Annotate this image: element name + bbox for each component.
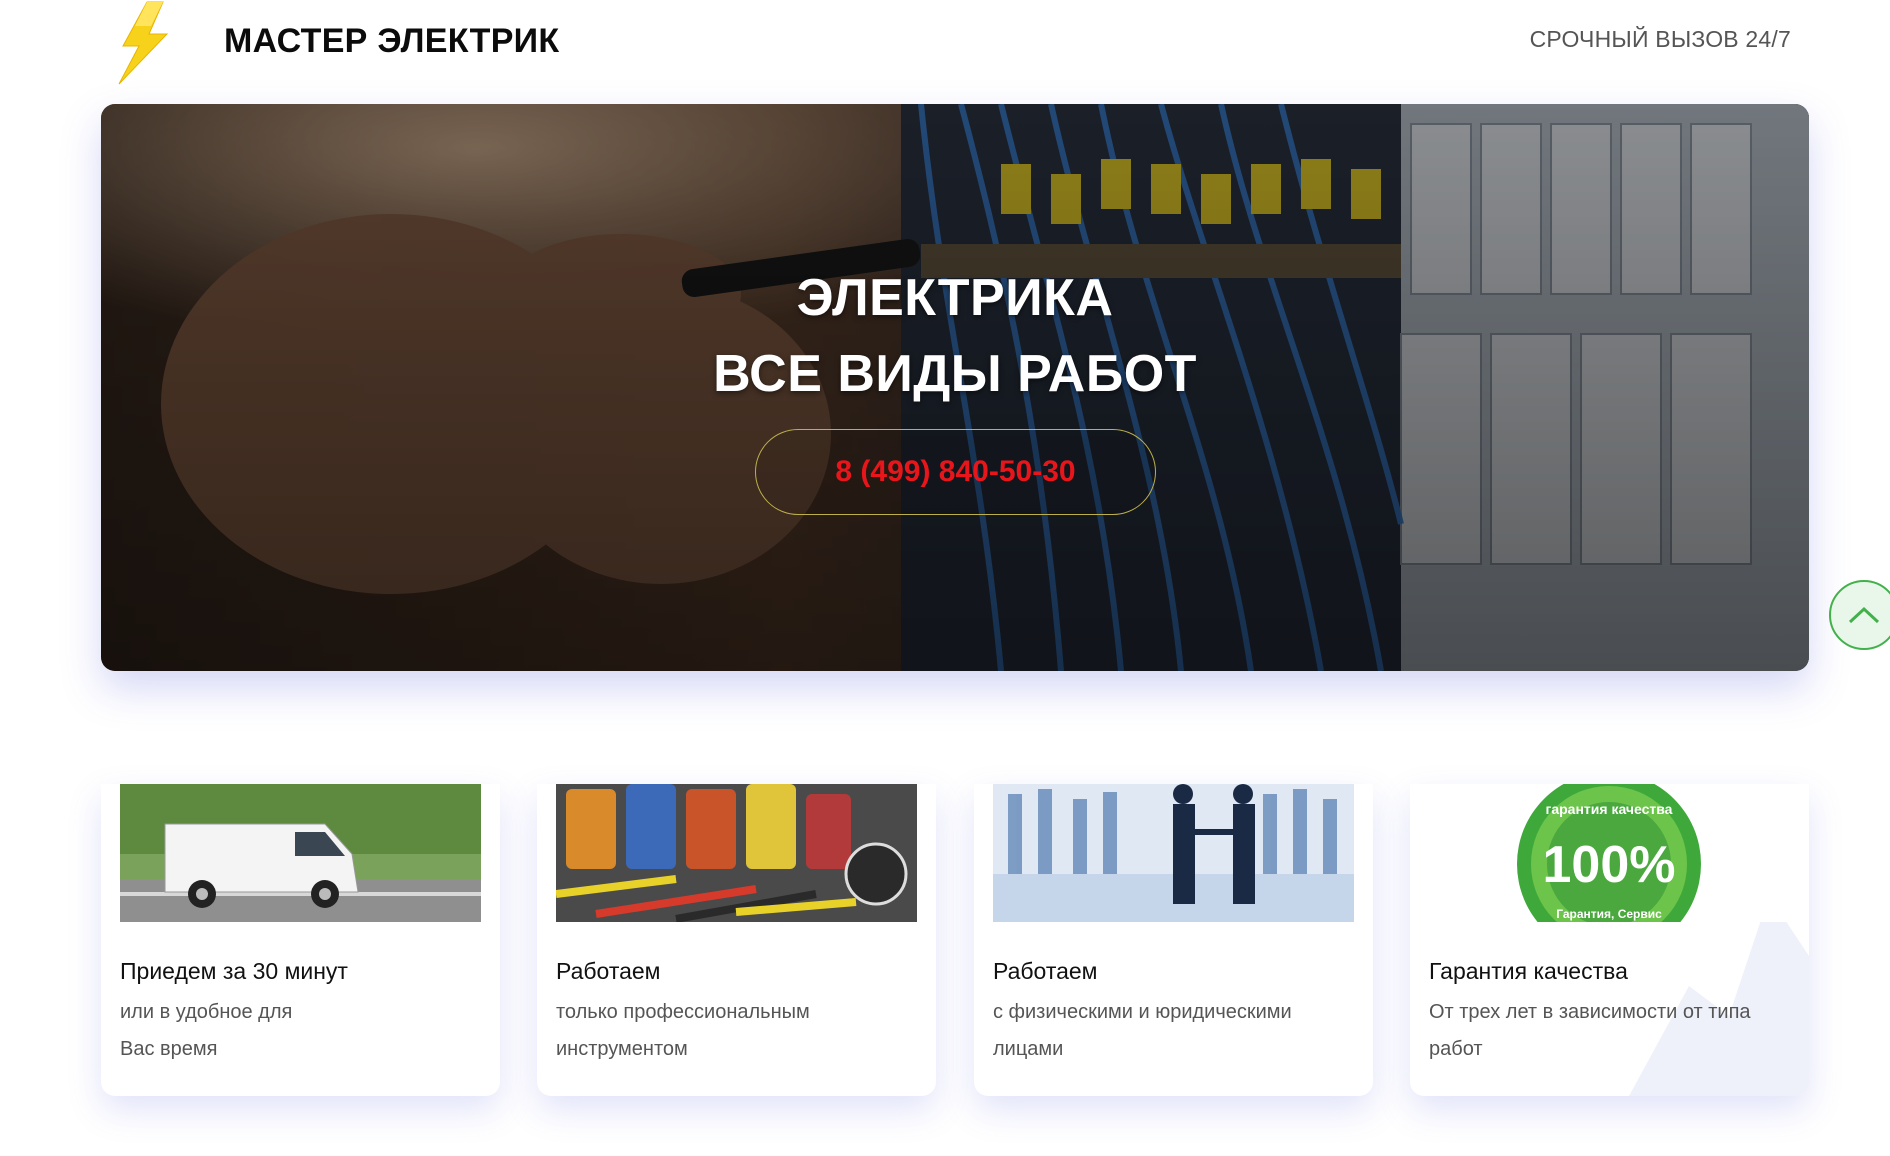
tools-image xyxy=(556,784,917,922)
card-title: Гарантия качества xyxy=(1429,958,1628,984)
hero-title-line1: ЭЛЕКТРИКА xyxy=(796,269,1114,327)
hero-title-line2: ВСЕ ВИДЫ РАБОТ xyxy=(713,345,1197,403)
brand-name[interactable]: МАСТЕР ЭЛЕКТРИК xyxy=(224,22,559,61)
lightning-bolt-icon[interactable] xyxy=(115,0,175,86)
svg-text:100%: 100% xyxy=(1543,836,1676,894)
card-title: Работаем xyxy=(556,958,661,984)
chevron-up-icon xyxy=(1848,606,1880,624)
phone-call-button[interactable]: 8 (499) 840-50-30 xyxy=(755,429,1156,515)
svg-text:гарантия качества: гарантия качества xyxy=(1546,801,1673,817)
card-description: или в удобное для Вас время xyxy=(120,1001,293,1060)
card-title: Работаем xyxy=(993,958,1098,984)
card-description: только профессиональным инструментом xyxy=(556,1001,810,1060)
svg-text:Гарантия, Сервис: Гарантия, Сервис xyxy=(1556,907,1662,921)
site-header: МАСТЕР ЭЛЕКТРИК СРОЧНЫЙ ВЫЗОВ 24/7 xyxy=(0,0,1890,100)
quality-seal-image: 100% гарантия качества Гарантия, Сервис xyxy=(1429,784,1790,922)
feature-card-clients[interactable]: Работаем с физическими и юридическими ли… xyxy=(974,784,1373,1096)
business-people-image xyxy=(993,784,1354,922)
card-description: От трех лет в зависимости от типа работ xyxy=(1429,1001,1751,1060)
scroll-to-top-button[interactable] xyxy=(1829,580,1890,650)
feature-card-tools[interactable]: Работаем только профессиональным инструм… xyxy=(537,784,936,1096)
card-title: Приедем за 30 минут xyxy=(120,958,348,984)
hero-banner: ЭЛЕКТРИКА ВСЕ ВИДЫ РАБОТ 8 (499) 840-50-… xyxy=(101,104,1809,671)
white-van-image xyxy=(120,784,481,922)
urgent-call-label[interactable]: СРОЧНЫЙ ВЫЗОВ 24/7 xyxy=(1530,26,1791,53)
feature-card-arrival[interactable]: Приедем за 30 минут или в удобное для Ва… xyxy=(101,784,500,1096)
card-description: с физическими и юридическими лицами xyxy=(993,1001,1292,1060)
feature-card-guarantee[interactable]: 100% гарантия качества Гарантия, Сервис … xyxy=(1410,784,1809,1096)
